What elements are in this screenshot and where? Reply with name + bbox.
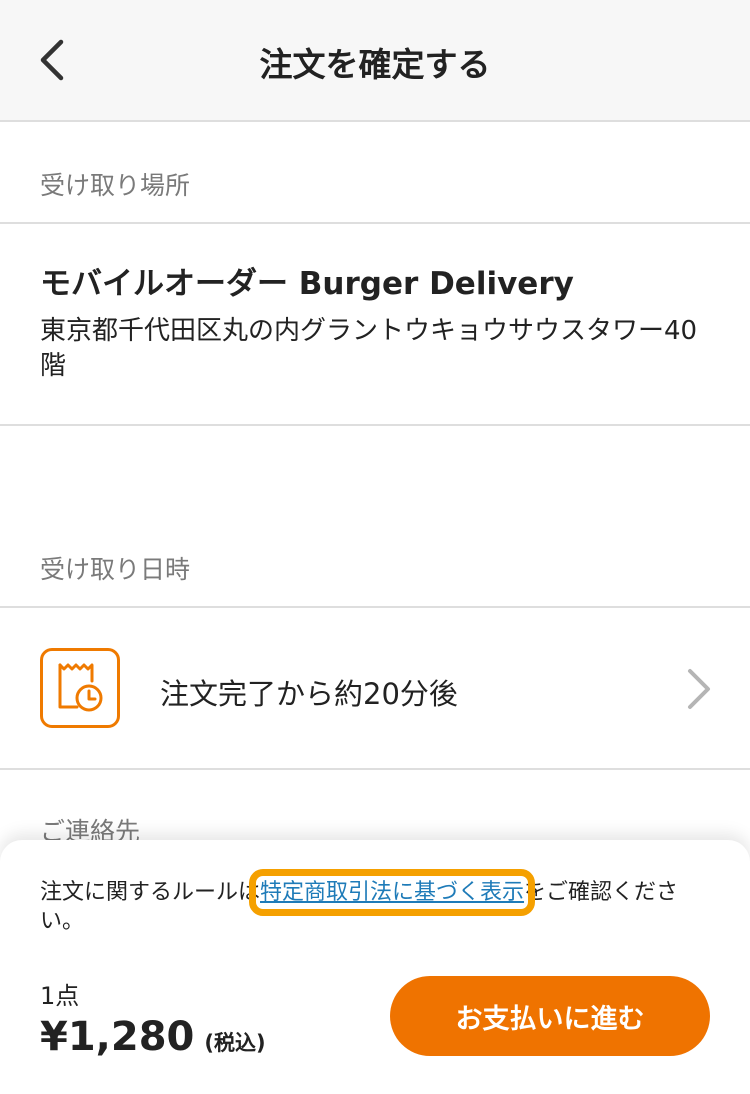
order-confirm-screen: 注文を確定する 受け取り場所 モバイルオーダー Burger Delivery … bbox=[0, 0, 750, 1094]
store-name: モバイルオーダー Burger Delivery bbox=[40, 266, 574, 302]
pickup-location-label: 受け取り場所 bbox=[40, 171, 191, 200]
item-count: 1点 bbox=[40, 982, 80, 1010]
order-rules-notice: 注文に関するルールは特定商取引法に基づく表示をご確認ください。 bbox=[40, 869, 710, 936]
pickup-time-value: 注文完了から約20分後 bbox=[160, 677, 458, 711]
header-bar: 注文を確定する bbox=[0, 0, 750, 122]
divider bbox=[0, 424, 750, 426]
divider bbox=[0, 222, 750, 224]
total-price-block: ¥1,280 (税込) bbox=[40, 1014, 266, 1060]
chevron-right-icon bbox=[688, 669, 710, 709]
pickup-time-label: 受け取り日時 bbox=[40, 555, 191, 584]
commercial-law-link[interactable]: 特定商取引法に基づく表示 bbox=[249, 869, 536, 916]
pickup-time-row[interactable]: 注文完了から約20分後 bbox=[0, 609, 750, 769]
store-address: 東京都千代田区丸の内グラントウキョウサウスタワー40階 bbox=[40, 316, 698, 381]
receipt-clock-icon bbox=[40, 648, 120, 728]
notice-text-before: 注文に関するルールは bbox=[40, 880, 261, 905]
checkout-bottom-sheet: 注文に関するルールは特定商取引法に基づく表示をご確認ください。 1点 ¥1,28… bbox=[0, 840, 750, 1094]
divider bbox=[0, 768, 750, 770]
total-price: ¥1,280 bbox=[40, 1014, 195, 1060]
divider bbox=[0, 606, 750, 608]
page-title: 注文を確定する bbox=[259, 45, 491, 84]
proceed-to-payment-button[interactable]: お支払いに進む bbox=[390, 976, 710, 1056]
tax-included-note: (税込) bbox=[204, 1031, 266, 1055]
